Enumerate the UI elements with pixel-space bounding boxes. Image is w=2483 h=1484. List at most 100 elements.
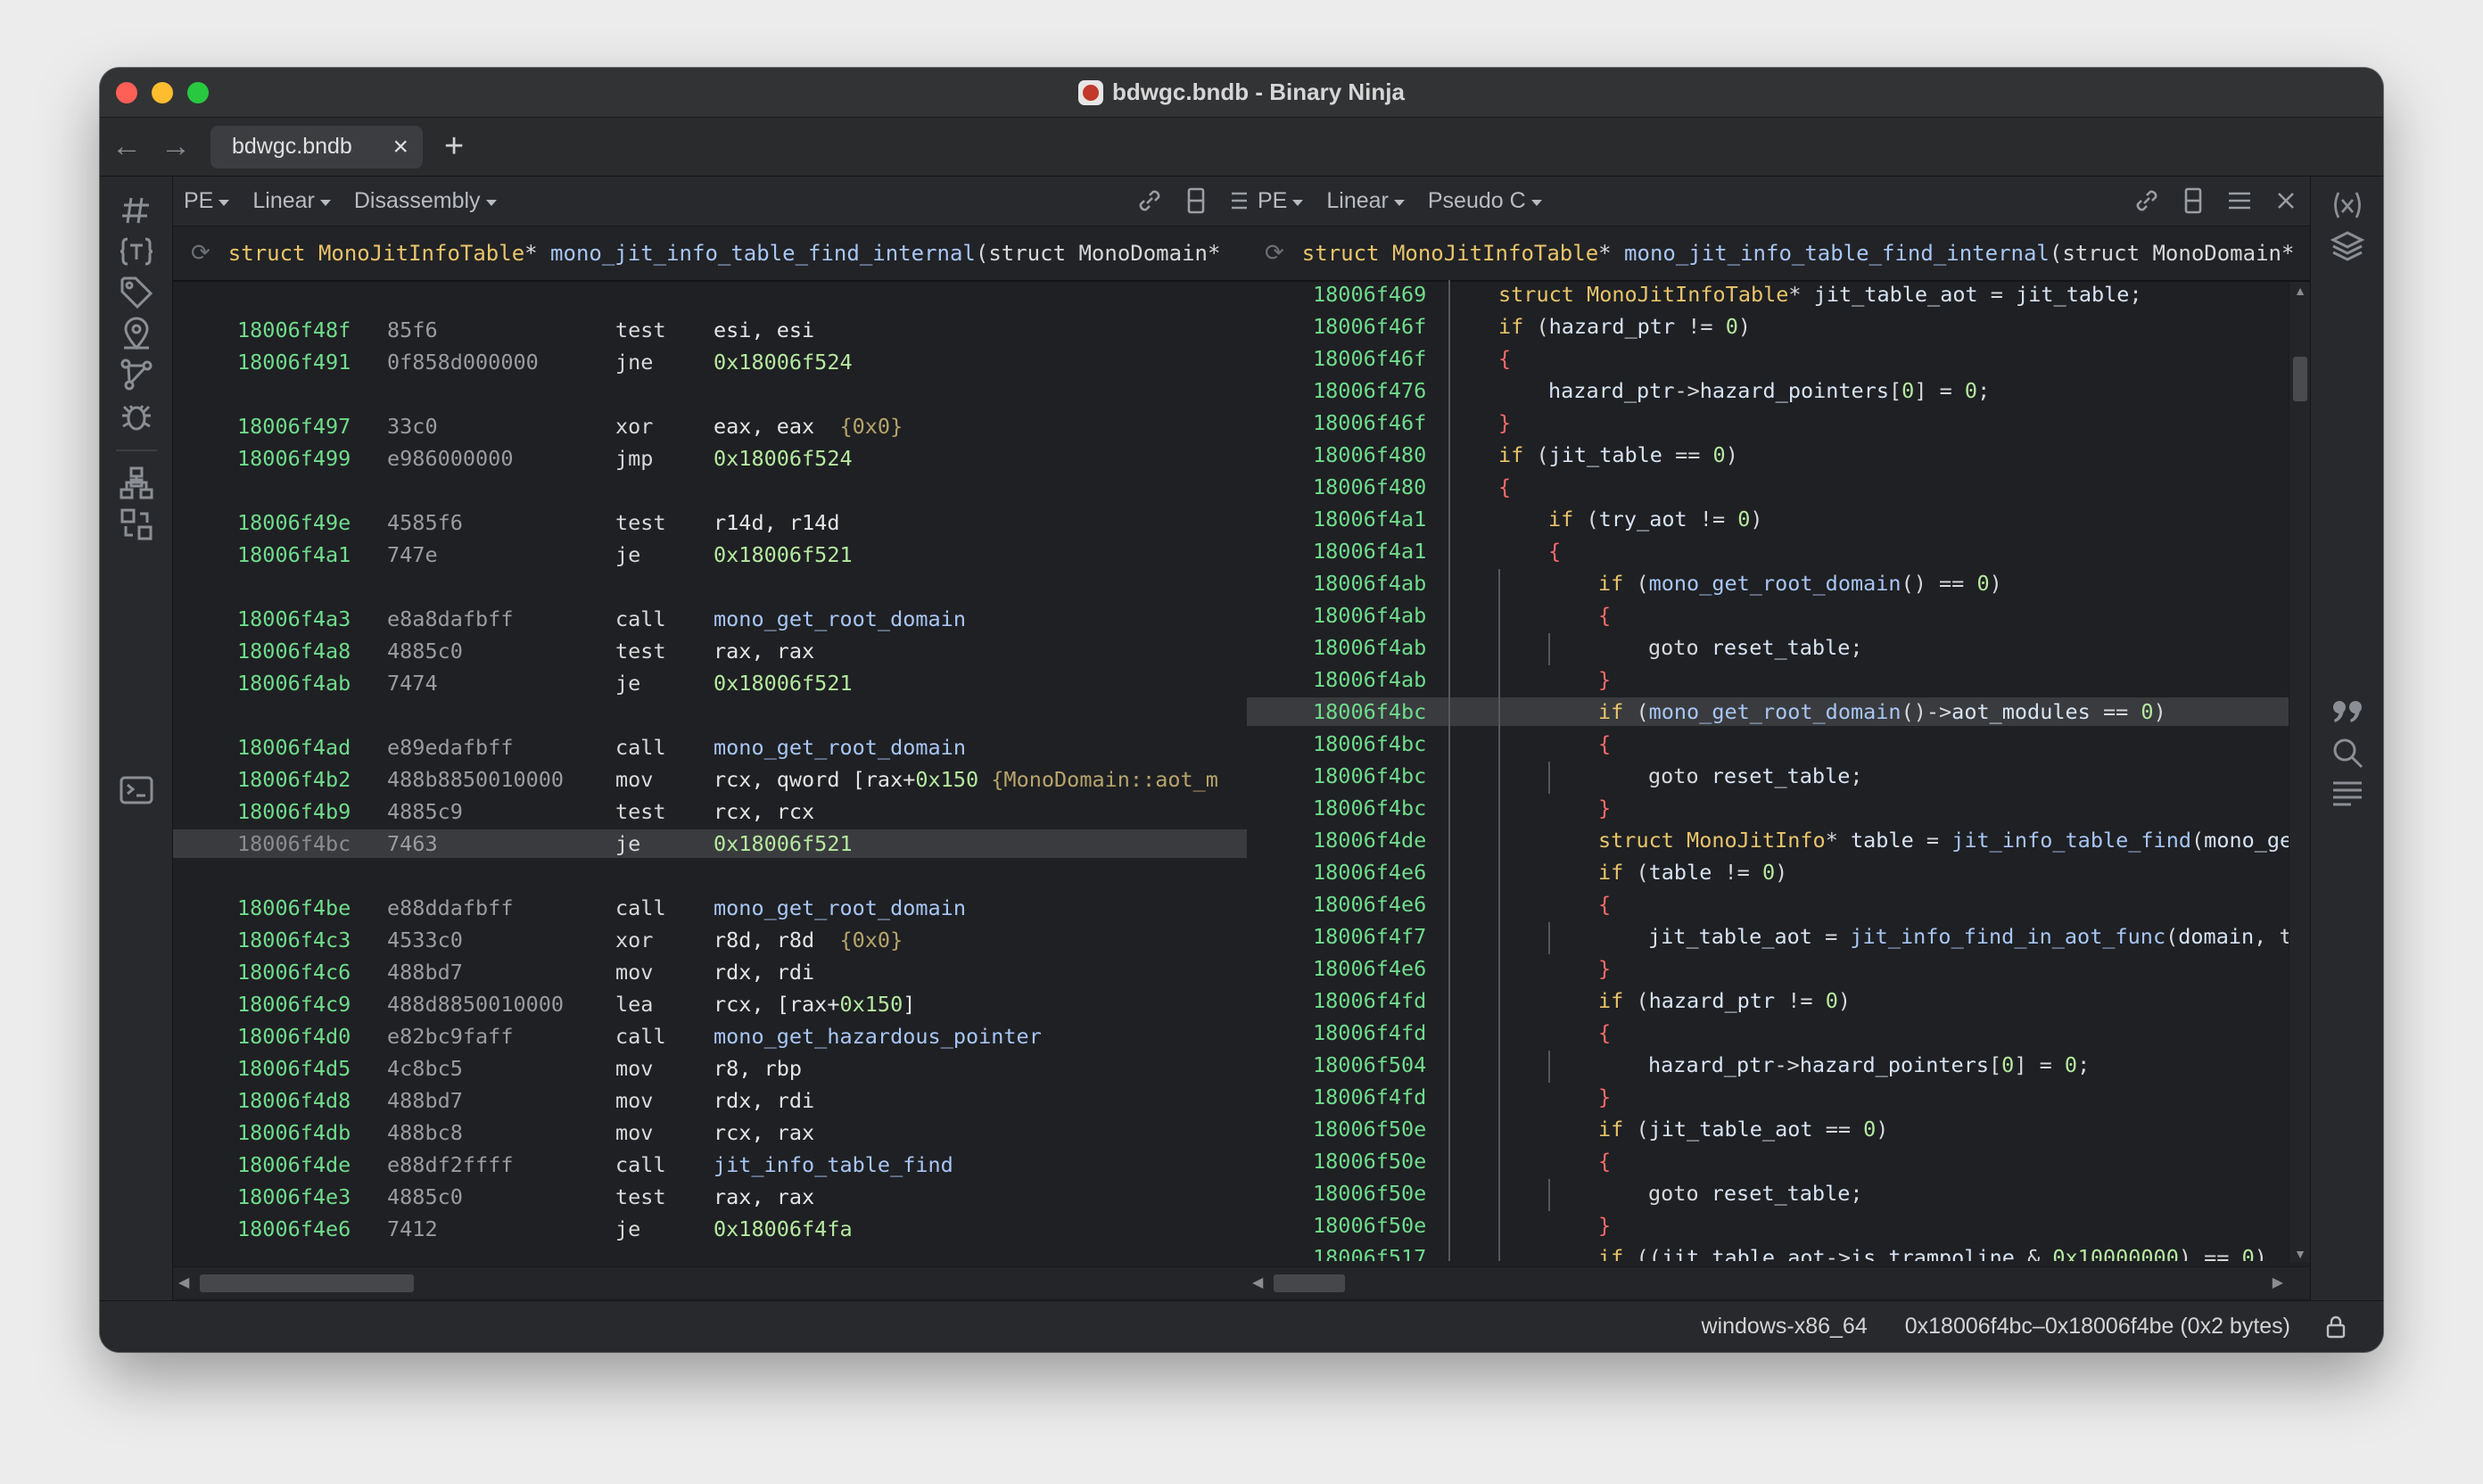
scroll-left-icon[interactable]: ◀ [178, 1274, 189, 1291]
pseudo-c-row[interactable]: 18006f4ab goto reset_table; [1247, 633, 2289, 665]
pseudo-c-row[interactable]: 18006f46f} [1247, 408, 2289, 437]
forward-arrow-icon[interactable]: → [153, 129, 198, 164]
view-type-dropdown[interactable]: Disassembly [354, 188, 497, 214]
new-tab-button[interactable]: + [444, 128, 464, 166]
pseudo-c-row[interactable]: 18006f46f { [1247, 344, 2289, 373]
pseudo-c-row[interactable]: 18006f50e goto reset_table; [1247, 1179, 2289, 1211]
instruction-row[interactable]: 18006f4a1 747e je 0x18006f521 [173, 540, 1291, 569]
instruction-row[interactable]: 18006f4d8 488bd7 mov rdx, rdi [173, 1086, 1291, 1115]
graph-icon[interactable] [119, 357, 154, 392]
search-icon[interactable] [2330, 735, 2365, 771]
close-pane-icon[interactable] [2271, 186, 2301, 216]
pseudo-c-row[interactable]: 18006f4bc} [1247, 794, 2289, 826]
instruction-row[interactable]: 18006f4e3 4885c0 test rax, rax [173, 1183, 1291, 1211]
lock-icon[interactable] [2324, 1315, 2347, 1339]
instruction-row[interactable]: 18006f499 e986000000 jmp 0x18006f524 [173, 444, 1291, 473]
instruction-row[interactable]: 18006f4c3 4533c0 xor r8d, r8d {0x0} [173, 926, 1291, 954]
pseudo-c-row[interactable]: 18006f4ab if (mono_get_root_domain() == 0… [1247, 569, 2289, 601]
minimize-window-button[interactable] [152, 82, 173, 103]
pseudo-c-row[interactable]: 18006f4ab} [1247, 665, 2289, 697]
instruction-row[interactable]: 18006f4b9 4885c9 test rcx, rcx [173, 797, 1291, 826]
instruction-row[interactable]: 18006f4de e88df2ffff call jit_info_table_fi… [173, 1150, 1291, 1179]
symbols-icon[interactable] [119, 193, 154, 228]
pseudo-c-row[interactable]: 18006f476 hazard_ptr->hazard_pointers[0] … [1247, 376, 2289, 408]
location-icon[interactable] [119, 316, 154, 351]
instruction-row[interactable]: 18006f497 33c0 xor eax, eax {0x0} [173, 412, 1291, 441]
pseudo-c-row[interactable]: 18006f46f if (hazard_ptr != 0) [1247, 312, 2289, 341]
instruction-row[interactable]: 18006f4ab 7474 je 0x18006f521 [173, 669, 1291, 697]
instruction-row[interactable]: 18006f4ad e89edafbff call mono_get_root_dom… [173, 733, 1291, 762]
disassembly-listing[interactable]: 18006f48f 85f6 test esi, esi 18006f491 0f858d… [173, 284, 1291, 1265]
pseudo-c-row[interactable]: 18006f480 if (jit_table == 0) [1247, 441, 2289, 469]
pseudo-c-row[interactable]: 18006f50e} [1247, 1211, 2289, 1243]
platform-dropdown[interactable]: PE [184, 188, 230, 214]
view-type-dropdown[interactable]: Pseudo C [1428, 188, 1542, 214]
pseudo-c-row[interactable]: 18006f50e if (jit_table_aot == 0) [1247, 1115, 2289, 1147]
pseudo-c-vertical-scrollbar[interactable]: ▲ ▼ [2289, 282, 2310, 1263]
menu-icon[interactable] [2224, 186, 2255, 216]
instruction-row[interactable]: 18006f4d0 e82bc9faff call mono_get_hazardou… [173, 1022, 1291, 1051]
pseudo-c-row[interactable]: 18006f4bc goto reset_table; [1247, 762, 2289, 794]
instruction-row[interactable]: 18006f4b2 488b8850010000 mov rcx, qword [ra… [173, 765, 1291, 794]
platform-status[interactable]: windows-x86_64 [1702, 1314, 1868, 1340]
scrollbar-thumb[interactable] [2293, 357, 2307, 401]
pseudo-c-row[interactable]: 18006f4a1 if (try_aot != 0) [1247, 505, 2289, 537]
instruction-row[interactable]: 18006f4e6 7412 je 0x18006f4fa [173, 1215, 1291, 1243]
maximize-window-button[interactable] [187, 82, 209, 103]
pseudo-c-row[interactable]: 18006f517 if ((jit_table_aot->is_trampoli… [1247, 1243, 2289, 1261]
instruction-row[interactable]: 18006f4bc 7463 je 0x18006f521 [173, 829, 1291, 858]
sync-link-icon[interactable] [2132, 186, 2162, 216]
pseudo-c-row[interactable]: 18006f480 { [1247, 473, 2289, 501]
terminal-icon[interactable] [119, 772, 154, 808]
signature-function-name[interactable]: mono_jit_info_table_find_internal [1624, 241, 2050, 266]
instruction-row[interactable]: 18006f4a3 e8a8dafbff call mono_get_root_dom… [173, 605, 1291, 633]
pseudo-c-row[interactable]: 18006f4de struct MonoJitInfo* table = jit… [1247, 826, 2289, 858]
instruction-row[interactable]: 18006f49e 4585f6 test r14d, r14d [173, 508, 1291, 537]
debugger-bug-icon[interactable] [119, 398, 154, 433]
pseudo-c-row[interactable]: 18006f4f7 jit_table_aot = jit_info_find_i… [1247, 922, 2289, 954]
pseudo-c-horizontal-scrollbar[interactable]: ◀ ▶ [1247, 1266, 2310, 1298]
log-lines-icon[interactable] [2330, 776, 2365, 812]
scrollbar-thumb[interactable] [200, 1274, 414, 1292]
layout-dropdown[interactable]: Linear [252, 188, 331, 214]
pseudo-c-row[interactable]: 18006f469 struct MonoJitInfoTable* jit_ta… [1247, 280, 2289, 309]
pseudo-c-row[interactable]: 18006f4fd { [1247, 1018, 2289, 1051]
refresh-icon[interactable]: ⟳ [191, 240, 210, 267]
disassembly-horizontal-scrollbar[interactable]: ◀ ▶ [173, 1266, 1313, 1298]
instruction-row[interactable]: 18006f491 0f858d000000 jne 0x18006f524 [173, 348, 1291, 376]
instruction-row[interactable]: 18006f4c6 488bd7 mov rdx, rdi [173, 958, 1291, 986]
quote-icon[interactable] [2330, 694, 2365, 730]
tab-bdwgc[interactable]: bdwgc.bndb × [210, 125, 423, 169]
pseudo-c-row[interactable]: 18006f4ab { [1247, 601, 2289, 633]
platform-dropdown[interactable]: PE [1258, 188, 1304, 214]
types-icon[interactable] [119, 234, 154, 269]
pseudo-c-row[interactable]: 18006f4fd if (hazard_ptr != 0) [1247, 986, 2289, 1018]
signature-function-name[interactable]: mono_jit_info_table_find_internal [550, 241, 976, 266]
split-pane-icon[interactable] [2178, 186, 2208, 216]
back-arrow-icon[interactable]: ← [100, 129, 153, 164]
pseudo-c-row[interactable]: 18006f50e { [1247, 1147, 2289, 1179]
pseudo-c-row[interactable]: 18006f4fd} [1247, 1083, 2289, 1115]
sync-link-icon[interactable] [1134, 186, 1165, 216]
scrollbar-thumb[interactable] [1274, 1274, 1345, 1292]
cross-references-icon[interactable] [119, 507, 154, 542]
scroll-up-icon[interactable]: ▲ [2289, 284, 2310, 298]
pseudo-c-row[interactable]: 18006f4e6 if (table != 0) [1247, 858, 2289, 890]
pseudo-c-row[interactable]: 18006f4bc if (mono_get_root_domain()->aot… [1247, 697, 2289, 730]
scroll-left-icon[interactable]: ◀ [1252, 1274, 1263, 1291]
instruction-row[interactable]: 18006f48f 85f6 test esi, esi [173, 316, 1291, 344]
pseudo-c-row[interactable]: 18006f4e6 { [1247, 890, 2289, 922]
pseudo-c-row[interactable]: 18006f504 hazard_ptr->hazard_pointers[0] … [1247, 1051, 2289, 1083]
tags-icon[interactable] [119, 275, 154, 310]
pseudo-c-row[interactable]: 18006f4a1 { [1247, 537, 2289, 569]
instruction-row[interactable]: 18006f4a8 4885c0 test rax, rax [173, 637, 1291, 665]
hierarchy-icon[interactable] [119, 466, 154, 501]
layers-icon[interactable] [2330, 228, 2365, 264]
instruction-row[interactable]: 18006f4be e88ddafbff call mono_get_root_dom… [173, 894, 1291, 922]
instruction-row[interactable]: 18006f4db 488bc8 mov rcx, rax [173, 1118, 1291, 1147]
pseudo-c-row[interactable]: 18006f4e6} [1247, 954, 2289, 986]
split-pane-icon[interactable] [1181, 186, 1211, 216]
refresh-icon[interactable]: ⟳ [1265, 240, 1284, 267]
instruction-row[interactable]: 18006f4c9 488d8850010000 lea rcx, [rax+0x15… [173, 990, 1291, 1018]
scroll-down-icon[interactable]: ▼ [2289, 1247, 2310, 1261]
